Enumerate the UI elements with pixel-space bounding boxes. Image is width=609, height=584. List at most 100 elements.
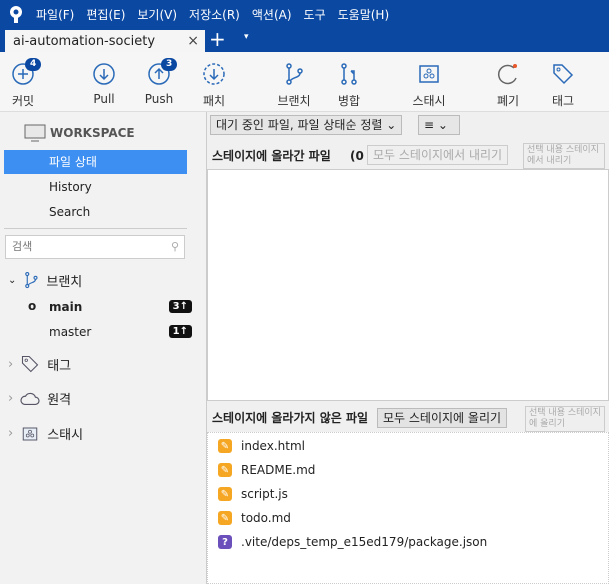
file-row[interactable]: ✎ README.md: [218, 463, 315, 477]
tab-bar: ai-automation-society × + ▾: [0, 28, 609, 52]
stash-icon: [419, 65, 439, 83]
branches-label: 브랜치: [46, 274, 83, 290]
file-row[interactable]: ? .vite/deps_temp_e15ed179/package.json: [218, 535, 487, 549]
tags-label: 태그: [47, 358, 72, 374]
branch-label: 브랜치: [277, 94, 311, 108]
menu-view[interactable]: 보기(V): [137, 6, 177, 23]
menu-tools[interactable]: 도구: [304, 6, 326, 23]
sidebar-item-history[interactable]: History: [4, 175, 187, 199]
sidebar-item-search[interactable]: Search: [4, 200, 187, 224]
file-row[interactable]: ✎ index.html: [218, 439, 305, 453]
staged-title: 스테이지에 올라간 파일: [212, 149, 331, 163]
repo-tab[interactable]: ai-automation-society ×: [5, 30, 205, 52]
discard-label: 폐기: [496, 94, 520, 108]
remotes-label: 원격: [47, 393, 72, 408]
discard-button[interactable]: 폐기: [488, 62, 528, 109]
file-status-panel: 대기 중인 파일, 파일 상태순 정렬 ⌄ ≡ ⌄ 스테이지에 올라간 파일 (…: [207, 112, 609, 584]
stash-icon: [22, 427, 38, 440]
pull-icon: [93, 63, 115, 85]
menu-file[interactable]: 파일(F): [36, 6, 74, 23]
unstage-selected-button[interactable]: 선택 내용 스테이지에서 내리기: [523, 143, 605, 169]
modified-icon: ✎: [218, 487, 232, 501]
commit-label: 커밋: [11, 94, 35, 108]
branch-name: master: [49, 325, 92, 339]
file-row[interactable]: ✎ todo.md: [218, 511, 291, 525]
staged-file-list[interactable]: [207, 169, 609, 401]
sidebar: WORKSPACE 파일 상태 History Search 검색 ⚲ ⌄ 브랜치 …: [0, 112, 207, 584]
menu-help[interactable]: 도움말(H): [338, 6, 390, 23]
branch-icon: [286, 63, 303, 85]
workspace-header: WORKSPACE: [24, 124, 135, 142]
workspace-label: WORKSPACE: [50, 126, 135, 140]
chevron-down-icon: ⌄: [8, 274, 17, 286]
close-icon[interactable]: ×: [187, 33, 199, 49]
tag-icon: [22, 355, 39, 373]
merge-icon: [341, 63, 357, 85]
sidebar-item-file-status[interactable]: 파일 상태: [4, 150, 187, 174]
branch-main[interactable]: o main 3↑: [0, 299, 206, 316]
modified-icon: ✎: [218, 463, 232, 477]
tag-label: 태그: [551, 94, 575, 108]
current-branch-icon: o: [28, 299, 37, 313]
sidebar-search-input[interactable]: 검색 ⚲: [5, 235, 185, 259]
file-name: todo.md: [241, 511, 291, 525]
tab-dropdown-icon[interactable]: ▾: [244, 32, 249, 42]
sidebar-group-branches[interactable]: ⌄ 브랜치: [8, 270, 82, 290]
stage-selected-button[interactable]: 선택 내용 스테이지에 올리기: [525, 406, 605, 432]
branch-button[interactable]: 브랜치: [274, 62, 314, 109]
menu-edit[interactable]: 편집(E): [86, 6, 125, 23]
untracked-icon: ?: [218, 535, 232, 549]
sourcetree-logo-icon: [6, 4, 26, 24]
menu-repository[interactable]: 저장소(R): [189, 6, 240, 23]
commit-button[interactable]: 4 커밋: [3, 58, 43, 109]
tag-button[interactable]: 태그: [543, 62, 583, 109]
branch-master[interactable]: master 1↑: [0, 325, 206, 341]
file-name: .vite/deps_temp_e15ed179/package.json: [241, 535, 488, 549]
divider: [4, 228, 187, 229]
fetch-button[interactable]: 패치: [194, 62, 234, 109]
file-name: README.md: [241, 463, 316, 477]
file-name: index.html: [241, 439, 305, 453]
repo-tab-title: ai-automation-society: [13, 33, 156, 49]
merge-button[interactable]: 병합: [329, 62, 369, 109]
modified-icon: ✎: [218, 511, 232, 525]
sidebar-group-stashes[interactable]: › 스태시: [8, 424, 83, 443]
sidebar-group-remotes[interactable]: › 원격: [8, 389, 71, 408]
file-name: script.js: [241, 487, 288, 501]
new-tab-button[interactable]: +: [209, 28, 226, 50]
sort-dropdown[interactable]: 대기 중인 파일, 파일 상태순 정렬 ⌄: [210, 115, 403, 135]
unstaged-file-list[interactable]: ✎ index.html ✎ README.md ✎ script.js ✎ todo.…: [207, 432, 609, 584]
branch-icon: [25, 271, 38, 289]
branch-name: main: [49, 300, 83, 314]
menu-bar: 파일(F) 편집(E) 보기(V) 저장소(R) 액션(A) 도구 도움말(H): [0, 0, 609, 28]
merge-label: 병합: [337, 94, 361, 108]
stash-button[interactable]: 스태시: [409, 62, 449, 109]
monitor-icon: [24, 124, 46, 142]
commit-badge: 4: [25, 58, 42, 71]
sidebar-group-tags[interactable]: › 태그: [8, 354, 71, 374]
stashes-label: 스태시: [47, 428, 84, 443]
pull-button[interactable]: Pull: [84, 62, 124, 106]
search-icon: ⚲: [170, 240, 179, 253]
chevron-right-icon: ›: [8, 426, 14, 441]
chevron-right-icon: ›: [8, 391, 14, 406]
unstage-all-button[interactable]: 모두 스테이지에서 내리기: [367, 145, 509, 165]
stage-all-button[interactable]: 모두 스테이지에 올리기: [377, 408, 508, 428]
unstaged-title: 스테이지에 올라가지 않은 파일: [212, 411, 369, 425]
toolbar: 4 커밋 Pull 3 Push 패치 브랜치 병합 스태시 폐기 태그: [0, 52, 609, 112]
discard-icon: [497, 64, 517, 85]
menu-actions[interactable]: 액션(A): [252, 6, 292, 23]
modified-icon: ✎: [218, 439, 232, 453]
ahead-count: 3↑: [168, 300, 192, 313]
push-badge: 3: [161, 58, 178, 71]
chevron-right-icon: ›: [8, 356, 14, 372]
push-button[interactable]: 3 Push: [139, 58, 179, 106]
stash-label: 스태시: [412, 94, 446, 108]
fetch-label: 패치: [202, 94, 226, 108]
view-mode-dropdown[interactable]: ≡ ⌄: [418, 115, 460, 135]
ahead-count: 1↑: [168, 325, 192, 338]
file-row[interactable]: ✎ script.js: [218, 487, 288, 501]
pull-label: Pull: [93, 92, 115, 106]
tag-icon: [553, 64, 574, 85]
search-placeholder: 검색: [12, 240, 33, 253]
